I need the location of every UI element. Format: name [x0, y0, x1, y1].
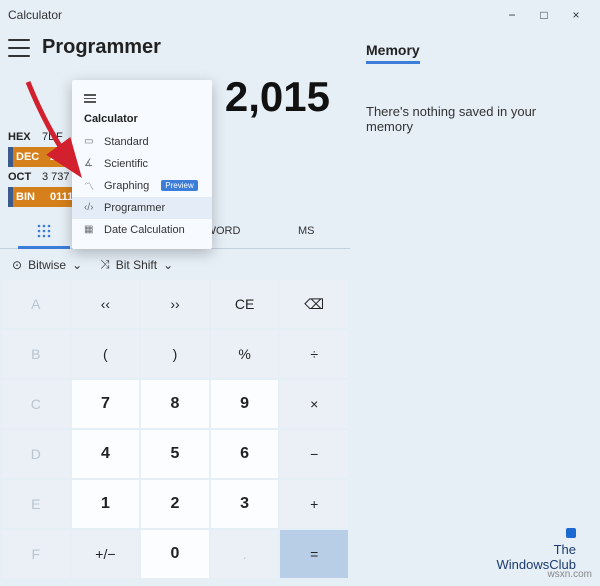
key-1[interactable]: 1 — [72, 480, 140, 528]
key-rparen[interactable]: ) — [141, 330, 209, 378]
key-rshift[interactable]: ›› — [141, 280, 209, 328]
menu-item-standard[interactable]: ▭Standard — [72, 131, 212, 153]
graphing-icon: 〽 — [84, 180, 96, 192]
key-2[interactable]: 2 — [141, 480, 209, 528]
base-dec[interactable]: DEC2,015 — [8, 147, 78, 167]
key-equals[interactable]: = — [280, 530, 348, 578]
mode-title: Programmer — [42, 36, 161, 59]
menu-item-scientific[interactable]: ∡Scientific — [72, 153, 212, 175]
bitwise-dropdown[interactable]: ⊙Bitwise⌄ — [12, 258, 82, 272]
chevron-down-icon: ⌄ — [163, 258, 173, 272]
memory-empty-text: There's nothing saved in your memory — [366, 104, 584, 134]
bitwise-icon: ⊙ — [12, 258, 22, 272]
key-a[interactable]: A — [2, 280, 70, 328]
key-ce[interactable]: CE — [211, 280, 279, 328]
minimize-button[interactable]: − — [496, 0, 528, 30]
mode-menu: Calculator ▭Standard ∡Scientific 〽Graphi… — [72, 80, 212, 249]
bitshift-icon: ⤨ — [100, 257, 110, 272]
key-lparen[interactable]: ( — [72, 330, 140, 378]
bitshift-dropdown[interactable]: ⤨Bit Shift⌄ — [100, 257, 173, 272]
menu-item-programmer[interactable]: ‹/›Programmer — [72, 197, 212, 219]
key-5[interactable]: 5 — [141, 430, 209, 478]
key-divide[interactable]: ÷ — [280, 330, 348, 378]
key-0[interactable]: 0 — [141, 530, 209, 578]
key-8[interactable]: 8 — [141, 380, 209, 428]
key-3[interactable]: 3 — [211, 480, 279, 528]
key-backspace[interactable]: ⌫ — [280, 280, 348, 328]
tab-ms[interactable]: MS — [263, 213, 351, 248]
menu-item-graphing[interactable]: 〽GraphingPreview — [72, 175, 212, 197]
menu-hamburger-icon[interactable] — [72, 88, 212, 107]
preview-badge: Preview — [161, 180, 197, 191]
scientific-icon: ∡ — [84, 158, 96, 170]
key-f[interactable]: F — [2, 530, 70, 578]
memory-panel: Memory There's nothing saved in your mem… — [350, 30, 600, 586]
keypad-icon — [36, 223, 52, 239]
key-percent[interactable]: % — [211, 330, 279, 378]
memory-header[interactable]: Memory — [366, 42, 420, 64]
source-label: wsxn.com — [548, 569, 592, 580]
menu-heading: Calculator — [72, 107, 212, 131]
key-c[interactable]: C — [2, 380, 70, 428]
key-minus[interactable]: − — [280, 430, 348, 478]
key-e[interactable]: E — [2, 480, 70, 528]
key-7[interactable]: 7 — [72, 380, 140, 428]
programmer-icon: ‹/› — [84, 202, 96, 214]
chevron-down-icon: ⌄ — [72, 258, 82, 272]
function-row: ⊙Bitwise⌄ ⤨Bit Shift⌄ — [0, 249, 350, 280]
calculator-panel: Programmer Calculator ▭Standard ∡Scienti… — [0, 30, 350, 586]
watermark: The WindowsClub — [497, 528, 576, 572]
key-9[interactable]: 9 — [211, 380, 279, 428]
key-plusminus[interactable]: +/− — [72, 530, 140, 578]
key-4[interactable]: 4 — [72, 430, 140, 478]
key-lshift[interactable]: ‹‹ — [72, 280, 140, 328]
title-bar: Calculator − □ × — [0, 0, 600, 30]
key-multiply[interactable]: × — [280, 380, 348, 428]
menu-button[interactable] — [8, 39, 30, 57]
key-b[interactable]: B — [2, 330, 70, 378]
window-controls: − □ × — [496, 0, 592, 30]
maximize-button[interactable]: □ — [528, 0, 560, 30]
app-title: Calculator — [8, 8, 62, 22]
key-6[interactable]: 6 — [211, 430, 279, 478]
date-icon: ▦ — [84, 224, 96, 236]
key-d[interactable]: D — [2, 430, 70, 478]
standard-icon: ▭ — [84, 136, 96, 148]
watermark-icon — [566, 528, 576, 538]
close-button[interactable]: × — [560, 0, 592, 30]
menu-item-date[interactable]: ▦Date Calculation — [72, 219, 212, 241]
key-plus[interactable]: + — [280, 480, 348, 528]
keypad: A ‹‹ ›› CE ⌫ B ( ) % ÷ C 7 8 9 × D 4 5 6… — [0, 280, 350, 580]
key-dot[interactable]: . — [211, 530, 279, 578]
